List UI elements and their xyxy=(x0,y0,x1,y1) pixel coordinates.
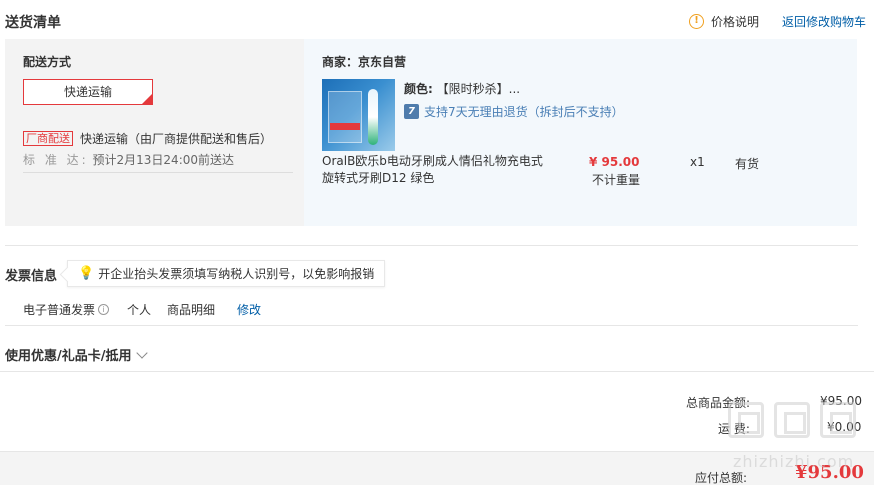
info-icon[interactable]: i xyxy=(98,304,110,315)
product-image[interactable] xyxy=(322,79,395,151)
page-title: 送货清单 xyxy=(5,15,61,31)
product-box-graphic xyxy=(328,91,362,143)
amount-payable-label: 应付总额: xyxy=(695,471,748,485)
return-policy-text: 支持7天无理由退货（拆封后不支持） xyxy=(424,105,624,119)
lightbulb-icon: 💡 xyxy=(78,266,95,281)
merchant-label: 商家：京东自营 xyxy=(322,55,407,69)
invoice-tooltip: 💡 开企业抬头发票须填写纳税人识别号，以免影响报销 xyxy=(67,260,386,287)
modify-invoice-link[interactable]: 修改 xyxy=(237,301,261,318)
shipping-value: ¥0.00 xyxy=(827,420,862,434)
toothbrush-graphic xyxy=(368,89,378,145)
invoice-content: 商品明细 xyxy=(167,303,216,317)
product-name[interactable]: OralB欧乐b电动牙刷成人情侣礼物充电式旋转式牙刷D12 绿色 xyxy=(322,153,547,187)
invoice-details-row: 电子普通发票 i 个人 商品明细 修改 xyxy=(23,301,261,318)
price-note-label: 价格说明 xyxy=(711,15,760,29)
express-delivery-label: 快递运输 xyxy=(63,85,112,99)
express-delivery-button[interactable]: 快递运输 ✓ xyxy=(23,79,153,105)
back-to-cart-link[interactable]: 返回修改购物车 xyxy=(782,13,866,30)
invoice-title-type: 个人 xyxy=(127,303,152,317)
watermark-logo-block xyxy=(774,402,810,438)
total-goods-value: ¥95.00 xyxy=(820,394,862,408)
factory-delivery-badge: 厂商配送 xyxy=(23,131,73,146)
product-tag-graphic xyxy=(330,123,360,130)
invoice-section-title: 发票信息 xyxy=(5,269,58,284)
coupon-toggle[interactable]: 使用优惠/礼品卡/抵用 xyxy=(5,345,148,364)
amount-payable-value: ¥95.00 xyxy=(795,462,864,483)
factory-delivery-row: 厂商配送 快递运输（由厂商提供配送和售后） xyxy=(23,130,272,147)
delivery-method-label: 配送方式 xyxy=(23,55,72,69)
standard-delivery-row: 标 准 达: 预计2月13日24:00前送达 xyxy=(23,151,234,168)
divider xyxy=(5,325,858,326)
product-weight: 不计重量 xyxy=(592,173,641,187)
price-note-link[interactable]: ! 价格说明 xyxy=(689,13,759,30)
info-icon: ! xyxy=(689,14,704,29)
color-label: 颜色: xyxy=(404,82,433,96)
product-quantity: x1 xyxy=(690,155,705,169)
invoice-type: 电子普通发票 xyxy=(23,303,96,317)
divider xyxy=(0,371,874,372)
standard-delivery-text: 预计2月13日24:00前送达 xyxy=(92,153,235,167)
shipping-label: 运 费: xyxy=(718,422,750,436)
delivery-panel: 配送方式 快递运输 ✓ 厂商配送 快递运输（由厂商提供配送和售后） 标 准 达:… xyxy=(5,39,304,226)
product-stock-status: 有货 xyxy=(735,157,760,171)
seven-day-return-icon: 7 xyxy=(404,104,419,119)
factory-delivery-text: 快递运输（由厂商提供配送和售后） xyxy=(80,132,273,146)
check-icon: ✓ xyxy=(146,90,152,98)
invoice-tooltip-text: 开企业抬头发票须填写纳税人识别号，以免影响报销 xyxy=(98,267,375,281)
divider xyxy=(23,172,293,173)
return-policy-row: 7 支持7天无理由退货（拆封后不支持） xyxy=(404,103,624,120)
chevron-down-icon xyxy=(135,346,148,359)
divider xyxy=(5,245,858,246)
goods-panel: 商家：京东自营 颜色: 【限时秒杀】... 7 支持7天无理由退货（拆封后不支持… xyxy=(304,39,857,226)
color-value: 【限时秒杀】... xyxy=(436,82,521,96)
product-color-row: 颜色: 【限时秒杀】... xyxy=(404,80,520,97)
standard-delivery-label: 标 准 达: xyxy=(23,153,89,167)
product-price: ¥ 95.00 xyxy=(589,155,640,169)
total-goods-label: 总商品金额: xyxy=(686,396,751,410)
coupon-label: 使用优惠/礼品卡/抵用 xyxy=(5,349,132,364)
